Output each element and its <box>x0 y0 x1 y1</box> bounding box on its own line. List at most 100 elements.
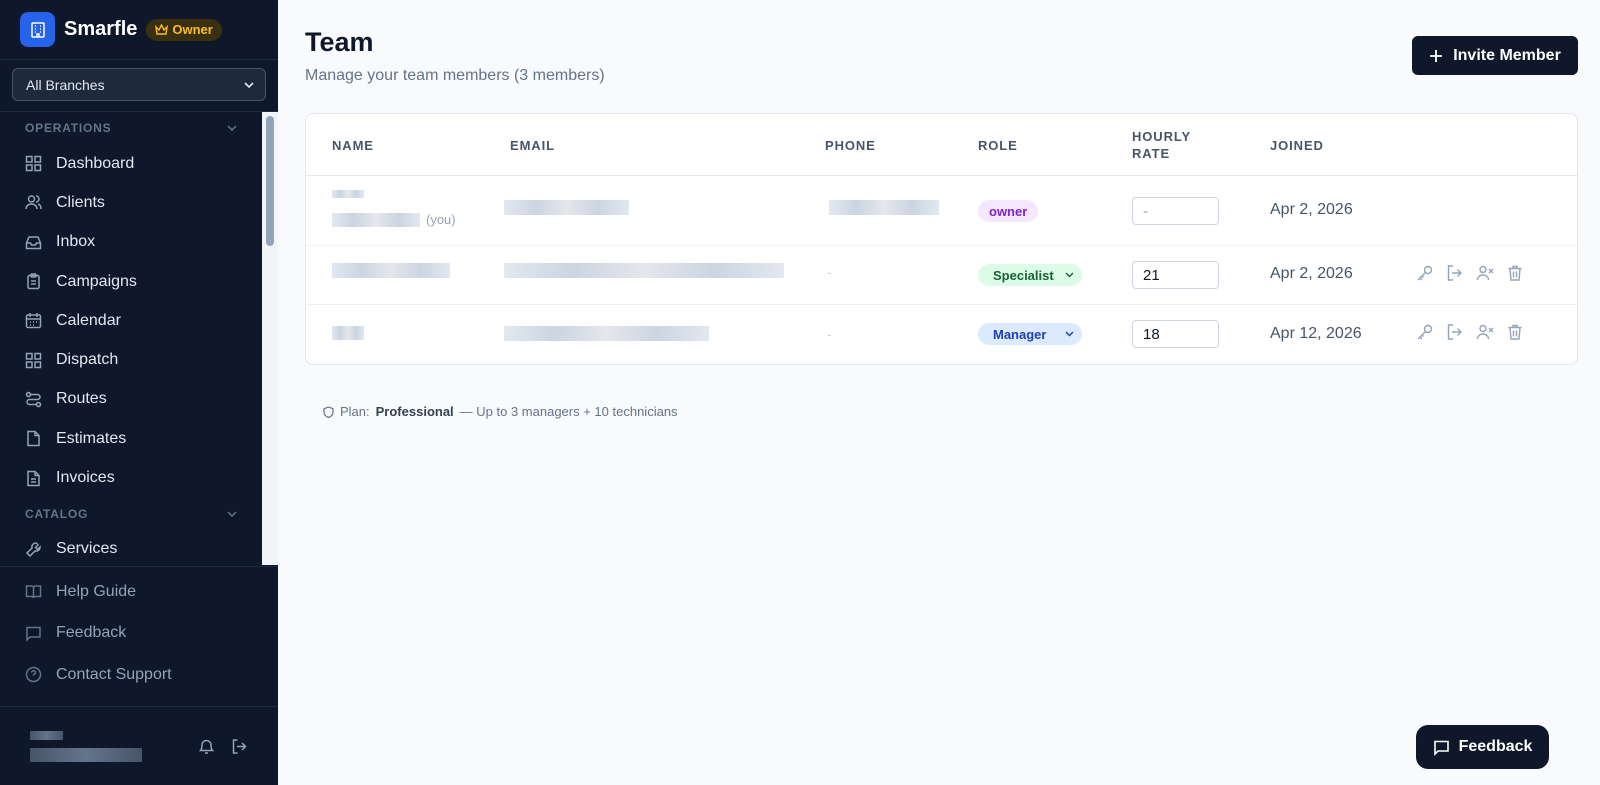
role-badge-owner: owner <box>978 200 1039 222</box>
role-select-value: Manager <box>993 326 1047 342</box>
joined-date: Apr 2, 2026 <box>1270 265 1353 282</box>
table-row[interactable]: - Manager 18 Apr 12, 2026 <box>306 305 1577 364</box>
log-out-icon[interactable] <box>1446 323 1464 341</box>
inbox-icon <box>25 235 42 249</box>
role-badge-label: owner <box>978 200 1039 222</box>
key-icon[interactable] <box>1416 264 1434 282</box>
chevron-down-icon <box>1065 272 1074 278</box>
member-phone: - <box>827 326 832 342</box>
joined-date: Apr 2, 2026 <box>1270 201 1353 218</box>
route-icon <box>25 391 42 408</box>
section-catalog[interactable]: CATALOG <box>0 498 262 530</box>
table-header: NAME EMAIL PHONE ROLE HOURLY RATE JOINED <box>306 114 1577 176</box>
member-name-redacted: (you) <box>332 190 456 227</box>
file-text-icon <box>27 470 40 486</box>
brand-header: Smarfle Owner <box>0 0 278 60</box>
brand-name: Smarfle <box>64 18 138 40</box>
sidebar-scrollbar[interactable] <box>262 112 278 565</box>
sidebar-item-label: Invoices <box>56 469 115 487</box>
hourly-rate-input[interactable]: 18 <box>1132 320 1219 348</box>
plan-detail: — Up to 3 managers + 10 technicians <box>459 404 678 419</box>
user-area <box>0 706 278 785</box>
chevron-down-icon <box>244 81 254 88</box>
message-square-icon <box>26 626 41 642</box>
floating-feedback-label: Feedback <box>1458 738 1533 755</box>
sidebar-nav: OPERATIONS Dashboard Clients Inbox Campa… <box>0 112 262 565</box>
member-name-redacted <box>332 326 364 340</box>
log-out-icon[interactable] <box>1446 264 1464 282</box>
help-circle-icon <box>25 667 42 683</box>
help-guide-link[interactable]: Help Guide <box>0 571 278 613</box>
column-header-role: ROLE <box>978 138 1018 153</box>
page-subtitle: Manage your team members (3 members) <box>305 67 605 84</box>
hourly-rate-input[interactable]: - <box>1132 197 1219 225</box>
book-icon <box>25 585 42 599</box>
section-operations[interactable]: OPERATIONS <box>0 112 262 144</box>
sidebar-item-dispatch[interactable]: Dispatch <box>0 340 262 379</box>
sidebar-item-label: Campaigns <box>56 272 137 290</box>
plus-icon <box>1430 49 1443 62</box>
building-icon[interactable] <box>20 12 55 47</box>
table-row[interactable]: - Specialist 21 Apr 2, 2026 <box>306 246 1577 305</box>
role-select-specialist[interactable]: Specialist <box>978 264 1082 286</box>
chevron-down-icon <box>227 511 237 517</box>
column-header-hourly: HOURLY <box>1132 129 1192 144</box>
table-row[interactable]: (you) owner - Apr 2, 2026 <box>306 176 1577 246</box>
grid-icon <box>25 352 42 368</box>
crown-icon <box>155 24 169 35</box>
sidebar-item-label: Clients <box>56 193 105 211</box>
sidebar-item-clients[interactable]: Clients <box>0 183 262 222</box>
hourly-rate-input[interactable]: 21 <box>1132 261 1219 289</box>
sidebar-item-estimates[interactable]: Estimates <box>0 419 262 458</box>
row-actions <box>1416 323 1524 341</box>
key-icon[interactable] <box>1416 323 1434 341</box>
shield-icon <box>323 405 334 418</box>
joined-date: Apr 12, 2026 <box>1270 325 1362 342</box>
trash-icon[interactable] <box>1506 323 1524 341</box>
sidebar-item-invoices[interactable]: Invoices <box>0 458 262 497</box>
sidebar-footer-links: Help Guide Feedback Contact Support <box>0 566 278 696</box>
sidebar-item-calendar[interactable]: Calendar <box>0 301 262 340</box>
row-actions <box>1416 264 1524 282</box>
owner-badge: Owner <box>146 18 222 41</box>
wrench-icon <box>25 542 41 557</box>
sidebar-item-label: Routes <box>56 390 107 408</box>
section-operations-title: OPERATIONS <box>25 121 112 135</box>
floating-feedback-button[interactable]: Feedback <box>1416 725 1549 769</box>
sidebar-item-label: Services <box>56 540 118 558</box>
sidebar-item-dashboard[interactable]: Dashboard <box>0 144 262 183</box>
feedback-link-label: Feedback <box>56 624 127 642</box>
sidebar-item-label: Inbox <box>56 233 96 251</box>
invite-member-button[interactable]: Invite Member <box>1412 36 1578 75</box>
calendar-icon <box>25 313 42 329</box>
sidebar-scroll-thumb[interactable] <box>266 116 274 246</box>
trash-icon[interactable] <box>1506 264 1524 282</box>
sidebar-item-routes[interactable]: Routes <box>0 380 262 419</box>
plan-note: Plan: Professional — Up to 3 managers + … <box>323 404 678 419</box>
sidebar-item-campaigns[interactable]: Campaigns <box>0 262 262 301</box>
role-select-value: Specialist <box>993 267 1054 283</box>
branch-select[interactable]: All Branches <box>12 68 266 101</box>
user-x-icon[interactable] <box>1476 323 1494 341</box>
hourly-rate-value: 21 <box>1132 261 1219 289</box>
branch-select-value: All Branches <box>26 76 105 93</box>
bell-icon[interactable] <box>198 738 215 755</box>
sidebar-item-inbox[interactable]: Inbox <box>0 223 262 262</box>
member-phone: - <box>827 264 832 280</box>
contact-support-label: Contact Support <box>56 665 172 683</box>
user-x-icon[interactable] <box>1476 264 1494 282</box>
chevron-down-icon <box>1065 331 1074 337</box>
column-header-rate: RATE <box>1132 146 1171 161</box>
member-email-redacted <box>504 200 629 215</box>
feedback-link[interactable]: Feedback <box>0 613 278 655</box>
main-content: Team Manage your team members (3 members… <box>278 0 1600 785</box>
branch-select-wrap: All Branches <box>0 60 278 112</box>
column-header-phone: PHONE <box>825 138 876 153</box>
invite-member-label: Invite Member <box>1453 46 1561 64</box>
sidebar-item-services[interactable]: Services <box>0 530 262 565</box>
contact-support-link[interactable]: Contact Support <box>0 654 278 696</box>
logout-icon[interactable] <box>231 738 248 755</box>
user-info-redacted <box>30 730 142 762</box>
column-header-email: EMAIL <box>510 138 555 153</box>
role-select-manager[interactable]: Manager <box>978 323 1082 345</box>
